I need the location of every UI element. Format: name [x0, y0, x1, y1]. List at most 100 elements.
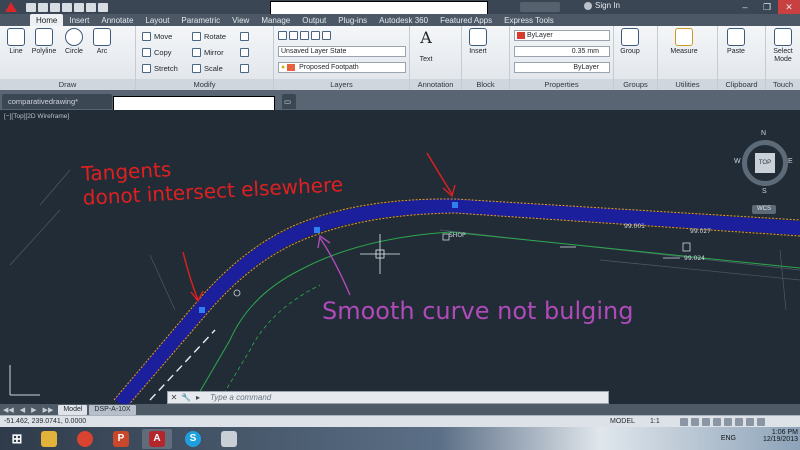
wcs-menu[interactable]: WCS — [752, 205, 776, 214]
layer-dropdown[interactable]: ● Proposed Footpath — [278, 62, 406, 73]
tab-home[interactable]: Home — [30, 14, 64, 26]
close-command-icon[interactable]: ✕ — [168, 392, 180, 403]
linetype-dropdown[interactable]: ByLayer — [514, 62, 610, 73]
drawing-canvas[interactable] — [0, 110, 800, 404]
new-tab-button[interactable]: ▭ — [282, 94, 296, 109]
lock-icon[interactable] — [746, 418, 754, 426]
maximize-button[interactable]: ❐ — [756, 0, 778, 14]
command-input[interactable]: Type a command — [204, 393, 271, 402]
viewcube-top-face[interactable]: TOP — [755, 153, 775, 173]
redo-icon[interactable] — [98, 2, 108, 12]
tab-featured-apps[interactable]: Featured Apps — [434, 14, 498, 26]
layer-freeze-icon[interactable] — [311, 30, 320, 40]
layer-properties-icon[interactable] — [278, 30, 287, 40]
properties-panel-title[interactable]: Properties — [510, 79, 613, 90]
circle-button[interactable]: Circle — [60, 28, 88, 55]
lineweight-dropdown[interactable]: 0.35 mm — [514, 46, 610, 57]
layer-lock-icon[interactable] — [322, 30, 331, 40]
copy-button[interactable]: Copy — [142, 46, 172, 58]
layout-tab-model[interactable]: Model — [58, 404, 88, 415]
viewcube[interactable]: TOP N S W E — [734, 130, 793, 200]
scale-button[interactable]: Scale — [192, 62, 223, 74]
model-space-toggle[interactable]: MODEL — [610, 418, 635, 425]
tab-annotate[interactable]: Annotate — [95, 14, 139, 26]
taskbar-chrome[interactable] — [70, 429, 100, 449]
language-indicator[interactable]: ENG — [721, 435, 736, 442]
clipboard-panel-title[interactable]: Clipboard — [718, 79, 765, 90]
clock-date[interactable]: 12/19/2013 — [763, 436, 798, 443]
text-button[interactable]: A Text — [412, 28, 440, 66]
save-as-icon[interactable] — [62, 2, 72, 12]
measure-button[interactable]: Measure — [664, 28, 704, 55]
tab-output[interactable]: Output — [296, 14, 332, 26]
taskbar-autocad[interactable]: A — [142, 429, 172, 449]
open-icon[interactable] — [38, 2, 48, 12]
taskbar-explorer[interactable] — [34, 429, 64, 449]
minimize-button[interactable]: – — [734, 0, 756, 14]
layer-state-dropdown[interactable]: Unsaved Layer State — [278, 46, 406, 57]
workspace-icon[interactable] — [735, 418, 743, 426]
layer-off-icon[interactable] — [289, 30, 298, 40]
sign-in-button[interactable]: Sign In — [584, 1, 620, 10]
annotation-scale[interactable]: 1:1 — [650, 418, 660, 425]
layers-panel-title[interactable]: Layers — [274, 79, 409, 90]
layout-next-icon[interactable]: ▶ — [28, 406, 39, 414]
tab-parametric[interactable]: Parametric — [175, 14, 226, 26]
rotate-button[interactable]: Rotate — [192, 30, 226, 42]
tab-manage[interactable]: Manage — [255, 14, 296, 26]
snap-icon[interactable] — [680, 418, 688, 426]
close-button[interactable]: ✕ — [778, 0, 800, 14]
print-icon[interactable] — [74, 2, 84, 12]
grid-icon[interactable] — [691, 418, 699, 426]
tab-view[interactable]: View — [226, 14, 255, 26]
layout-last-icon[interactable]: ▶▶ — [40, 406, 57, 414]
color-dropdown[interactable]: ByLayer — [514, 30, 610, 41]
modify-panel-title[interactable]: Modify — [136, 79, 273, 90]
file-tab-comparativedrawing[interactable]: comparativedrawing* — [2, 94, 112, 109]
polyline-button[interactable]: Polyline — [30, 28, 58, 55]
groups-panel-title[interactable]: Groups — [614, 79, 657, 90]
line-button[interactable]: Line — [2, 28, 30, 55]
start-button[interactable]: ⊞ — [2, 429, 32, 449]
osnap-icon[interactable] — [724, 418, 732, 426]
utilities-panel-title[interactable]: Utilities — [658, 79, 717, 90]
annotation-panel-title[interactable]: Annotation — [410, 79, 461, 90]
tab-autodesk-360[interactable]: Autodesk 360 — [373, 14, 434, 26]
taskbar-skype[interactable]: S — [178, 429, 208, 449]
undo-icon[interactable] — [86, 2, 96, 12]
search-input[interactable] — [520, 2, 560, 12]
insert-button[interactable]: Insert — [464, 28, 492, 55]
tab-insert[interactable]: Insert — [63, 14, 95, 26]
layout-tab-dsp[interactable]: DSP-A-10X — [89, 404, 136, 415]
grip-point[interactable] — [314, 227, 320, 233]
tab-plug-ins[interactable]: Plug-ins — [332, 14, 373, 26]
tab-express-tools[interactable]: Express Tools — [498, 14, 560, 26]
polar-icon[interactable] — [713, 418, 721, 426]
layer-isolate-icon[interactable] — [300, 30, 309, 40]
array-button[interactable] — [240, 62, 249, 74]
paste-button[interactable]: Paste — [722, 28, 750, 55]
layout-prev-icon[interactable]: ◀ — [17, 406, 28, 414]
arc-button[interactable]: Arc — [88, 28, 116, 55]
mirror-button[interactable]: Mirror — [192, 46, 224, 58]
grip-point[interactable] — [199, 307, 205, 313]
grip-point[interactable] — [452, 202, 458, 208]
command-line[interactable]: ✕ 🔧 ▸ Type a command — [167, 391, 609, 404]
command-history-icon[interactable]: ▸ — [192, 392, 204, 403]
new-icon[interactable] — [26, 2, 36, 12]
taskbar-paint[interactable] — [214, 429, 244, 449]
save-icon[interactable] — [50, 2, 60, 12]
fillet-button[interactable] — [240, 46, 249, 58]
coordinate-readout[interactable]: -51.462, 239.0741, 0.0000 — [4, 418, 86, 425]
trim-button[interactable] — [240, 30, 249, 42]
clock-time[interactable]: 1:06 PM — [763, 429, 798, 436]
touch-panel-title[interactable]: Touch — [766, 79, 800, 90]
layout-first-icon[interactable]: ◀◀ — [0, 406, 17, 414]
draw-panel-title[interactable]: Draw — [0, 79, 135, 90]
app-menu-button[interactable] — [0, 0, 22, 14]
ortho-icon[interactable] — [702, 418, 710, 426]
select-mode-button[interactable]: Select Mode — [768, 28, 798, 64]
taskbar-powerpoint[interactable]: P — [106, 429, 136, 449]
fullscreen-icon[interactable] — [757, 418, 765, 426]
stretch-button[interactable]: Stretch — [142, 62, 178, 74]
